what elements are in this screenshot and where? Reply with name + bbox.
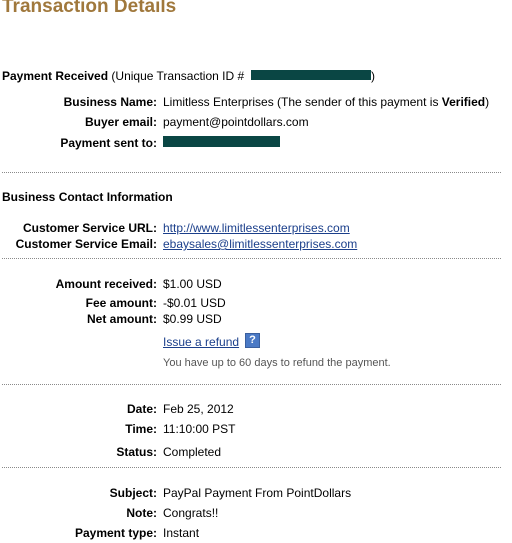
note-value: Congrats!! (163, 506, 219, 520)
fee-amount-value: -$0.01 USD (163, 296, 226, 310)
divider (2, 258, 501, 259)
customer-service-email-link[interactable]: ebaysales@limitlessenterprises.com (163, 237, 357, 251)
divider (2, 384, 501, 385)
business-name-label: Business Name: (63, 95, 157, 109)
net-amount-value: $0.99 USD (163, 312, 222, 326)
page-title: Transaction Details (2, 0, 177, 17)
payment-sent-to-redaction (163, 136, 280, 147)
subject-label: Subject: (109, 486, 157, 500)
customer-service-url-link[interactable]: http://www.limitlessenterprises.com (163, 221, 350, 235)
divider (2, 467, 501, 468)
payment-received-label: Payment Received (2, 69, 109, 83)
payment-type-label: Payment type: (74, 526, 157, 540)
payment-type-value: Instant (163, 526, 200, 540)
status-label: Status: (116, 445, 157, 459)
amount-received-label: Amount received: (55, 277, 157, 291)
verified-badge: Verified (441, 95, 486, 109)
buyer-email-value: payment@pointdollars.com (163, 115, 309, 129)
customer-service-email-label: Customer Service Email: (15, 237, 157, 251)
transaction-id-redaction (251, 70, 371, 80)
buyer-email-label: Buyer email: (84, 115, 157, 129)
transaction-id-suffix: ) (371, 69, 375, 83)
net-amount-label: Net amount: (87, 312, 157, 326)
time-value: 11:10:00 PST (163, 422, 236, 436)
refund-note: You have up to 60 days to refund the pay… (163, 357, 391, 369)
note-label: Note: (126, 506, 157, 520)
payment-sent-to-label: Payment sent to: (60, 136, 157, 150)
divider (2, 172, 501, 173)
status-value: Completed (163, 445, 222, 459)
business-name-value: Limitless Enterprises (The sender of thi… (163, 95, 489, 109)
customer-service-url-label: Customer Service URL: (22, 221, 157, 235)
amount-received-value: $1.00 USD (163, 277, 222, 291)
help-icon[interactable]: ? (245, 333, 260, 348)
date-label: Date: (126, 402, 157, 416)
fee-amount-label: Fee amount: (85, 296, 157, 310)
subject-value: PayPal Payment From PointDollars (163, 486, 352, 500)
time-label: Time: (125, 422, 157, 436)
issue-refund-link[interactable]: Issue a refund (163, 335, 239, 349)
contact-heading: Business Contact Information (2, 190, 173, 204)
payment-received-line: Payment Received (Unique Transaction ID … (2, 69, 244, 83)
transaction-id-prefix: (Unique Transaction ID # (111, 69, 245, 83)
business-name-close: ) (485, 95, 490, 109)
business-name-text: Limitless Enterprises (The sender of thi… (163, 95, 442, 109)
date-value: Feb 25, 2012 (163, 402, 234, 416)
